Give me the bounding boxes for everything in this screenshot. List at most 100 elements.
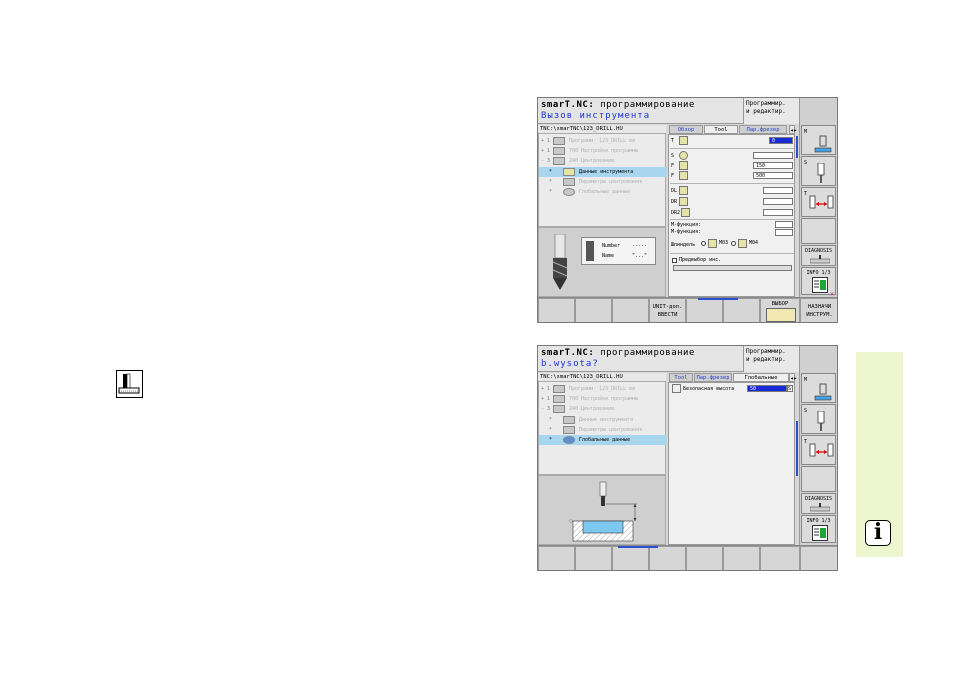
radio-m04[interactable] — [731, 241, 736, 246]
softkey-m[interactable]: M — [801, 125, 836, 155]
tree-item[interactable]: +1 700 Настройки программы — [539, 146, 667, 156]
diagnosis-icon — [810, 503, 830, 512]
tree-item[interactable]: +1 700 Настройки программы — [539, 394, 667, 404]
safety-height-field[interactable]: 50 — [747, 385, 787, 392]
tool-preview: Number ----- Name "..." — [538, 227, 666, 297]
tree-item[interactable]: -3 240 Центрование — [539, 156, 667, 166]
globe-icon — [563, 436, 575, 444]
tree-item[interactable]: * Данные инструмента — [539, 415, 667, 425]
tree-item[interactable]: * Параметры центрования — [539, 425, 667, 435]
tab-tool[interactable]: Tool — [669, 373, 693, 382]
softkey-3[interactable] — [612, 546, 649, 570]
form-scrollbar[interactable] — [796, 421, 798, 476]
safety-height-label: Безопасная высота — [683, 386, 735, 392]
softkey-3[interactable] — [612, 298, 649, 322]
spindle-icon — [817, 163, 825, 183]
softkey-6[interactable] — [723, 298, 760, 322]
tab-overview[interactable]: Обзор — [669, 125, 703, 134]
softkey-s[interactable]: S — [801, 404, 836, 434]
tool-table-icon — [766, 308, 796, 322]
softkey-6[interactable] — [723, 546, 760, 570]
spindle-cw-icon — [708, 239, 717, 248]
safety-height-diagram — [569, 481, 637, 542]
tab-scroll-arrows-icon[interactable]: ◂▸ — [789, 373, 797, 382]
softkey-2[interactable] — [575, 546, 612, 570]
delta-radius-field[interactable] — [763, 198, 793, 205]
softkey-5[interactable] — [686, 298, 723, 322]
softkey-diagnosis[interactable]: DIAGNOSIS — [801, 245, 836, 266]
mode-box: Программир. и редактир. — [743, 346, 799, 372]
softkey-t[interactable]: T — [801, 187, 836, 217]
title: smarT.NC: программирование — [541, 348, 695, 358]
tree-item-selected[interactable]: * Данные инструмента — [539, 167, 667, 177]
tool-number-field[interactable]: 0 — [769, 137, 793, 144]
m03-label: M03 — [719, 240, 729, 246]
softkey-4[interactable] — [649, 546, 686, 570]
parameters-icon — [563, 426, 575, 434]
softkey-diagnosis[interactable]: DIAGNOSIS — [801, 493, 836, 514]
delta-radius-icon — [679, 197, 688, 206]
delta-length-field[interactable] — [763, 187, 793, 194]
tree-item[interactable]: * Глобальные данные — [539, 187, 667, 197]
tool-icon — [563, 168, 575, 176]
feed-icon — [679, 161, 688, 170]
feed-rapid-field[interactable]: 500 — [753, 172, 793, 179]
softkey-2[interactable] — [575, 298, 612, 322]
tree-item-selected[interactable]: * Глобальные данные — [539, 435, 667, 445]
tab-milling-params[interactable]: Пар.фрезер — [694, 373, 732, 382]
preselect-label: Предвыбор инс. — [679, 257, 722, 263]
info-page-icon — [812, 277, 828, 293]
vertical-softkeys: M S T DIAGNOSIS INFO 1/3 ✕ — [799, 98, 837, 298]
softkey-empty[interactable] — [801, 466, 836, 492]
radio-m03[interactable] — [701, 241, 706, 246]
softkey-1[interactable] — [538, 546, 575, 570]
softkey-1[interactable] — [538, 298, 575, 322]
tool-form: T 0 S F 150 F 500 DL DR DR2 М-функция: М… — [668, 134, 795, 297]
spindle-speed-icon — [679, 151, 688, 160]
diagnosis-icon — [810, 255, 830, 264]
horizontal-softkeys: UNIT-доп. ВВЕСТИ ВЫБОР НАЗНАЧИ ИНСТРУМ. — [538, 297, 837, 322]
tree-item[interactable]: -3 240 Центрование — [539, 404, 667, 414]
tab-scroll-arrows-icon[interactable]: ◂▸ — [789, 125, 797, 134]
softkey-m[interactable]: M — [801, 373, 836, 403]
softkey-8[interactable] — [800, 546, 837, 570]
tab-tool[interactable]: Tool — [704, 125, 738, 134]
info-icon[interactable]: i — [865, 520, 891, 546]
delta-radius2-field[interactable] — [763, 209, 793, 216]
spindle-label: Шпиндель — [671, 242, 696, 248]
program-tree: +1 Программ: 123_DRILL mm +1 700 Настройки… — [538, 381, 667, 475]
cycle-icon — [553, 157, 565, 165]
softkey-7[interactable] — [760, 546, 800, 570]
tree-item[interactable]: +1 Программ: 123_DRILL mm — [539, 136, 667, 146]
delta-radius2-icon — [681, 208, 690, 217]
softkey-info[interactable]: INFO 1/3 — [801, 515, 836, 543]
tab-global-data[interactable]: Глобальные данные — [733, 373, 789, 390]
title: smarT.NC: программирование — [541, 100, 695, 110]
softkey-select[interactable]: ВЫБОР — [760, 298, 800, 322]
preselect-checkbox[interactable] — [672, 258, 677, 263]
form-scrollbar[interactable] — [796, 136, 798, 158]
spindle-icon — [817, 411, 825, 431]
tool-call-icon — [116, 370, 143, 398]
softkey-assign-tool[interactable]: НАЗНАЧИ ИНСТРУМ. — [800, 298, 837, 322]
program-tree: +1 Программ: 123_DRILL mm +1 700 Настройки… — [538, 133, 667, 227]
preselect-field[interactable] — [673, 265, 792, 271]
softkey-t[interactable]: T — [801, 435, 836, 465]
spindle-ccw-icon — [738, 239, 747, 248]
softkey-unit-insert[interactable]: UNIT-доп. ВВЕСТИ — [649, 298, 686, 322]
globe-icon — [563, 188, 575, 196]
softkey-empty[interactable] — [801, 218, 836, 244]
spindle-speed-field[interactable] — [753, 152, 793, 159]
m-function-field-1[interactable] — [775, 221, 793, 228]
tree-item[interactable]: +1 Программ: 123_DRILL mm — [539, 384, 667, 394]
tool-icon — [563, 416, 575, 424]
feed-field[interactable]: 150 — [753, 162, 793, 169]
tab-milling-params[interactable]: Пар.фрезер — [739, 125, 787, 134]
tree-item[interactable]: * Параметры центрования — [539, 177, 667, 187]
softkey-5[interactable] — [686, 546, 723, 570]
machine-function-icon — [814, 383, 832, 401]
feed-rapid-icon — [679, 171, 688, 180]
softkey-s[interactable]: S — [801, 156, 836, 186]
m-function-field-2[interactable] — [775, 229, 793, 236]
tool-change-icon — [809, 195, 834, 209]
